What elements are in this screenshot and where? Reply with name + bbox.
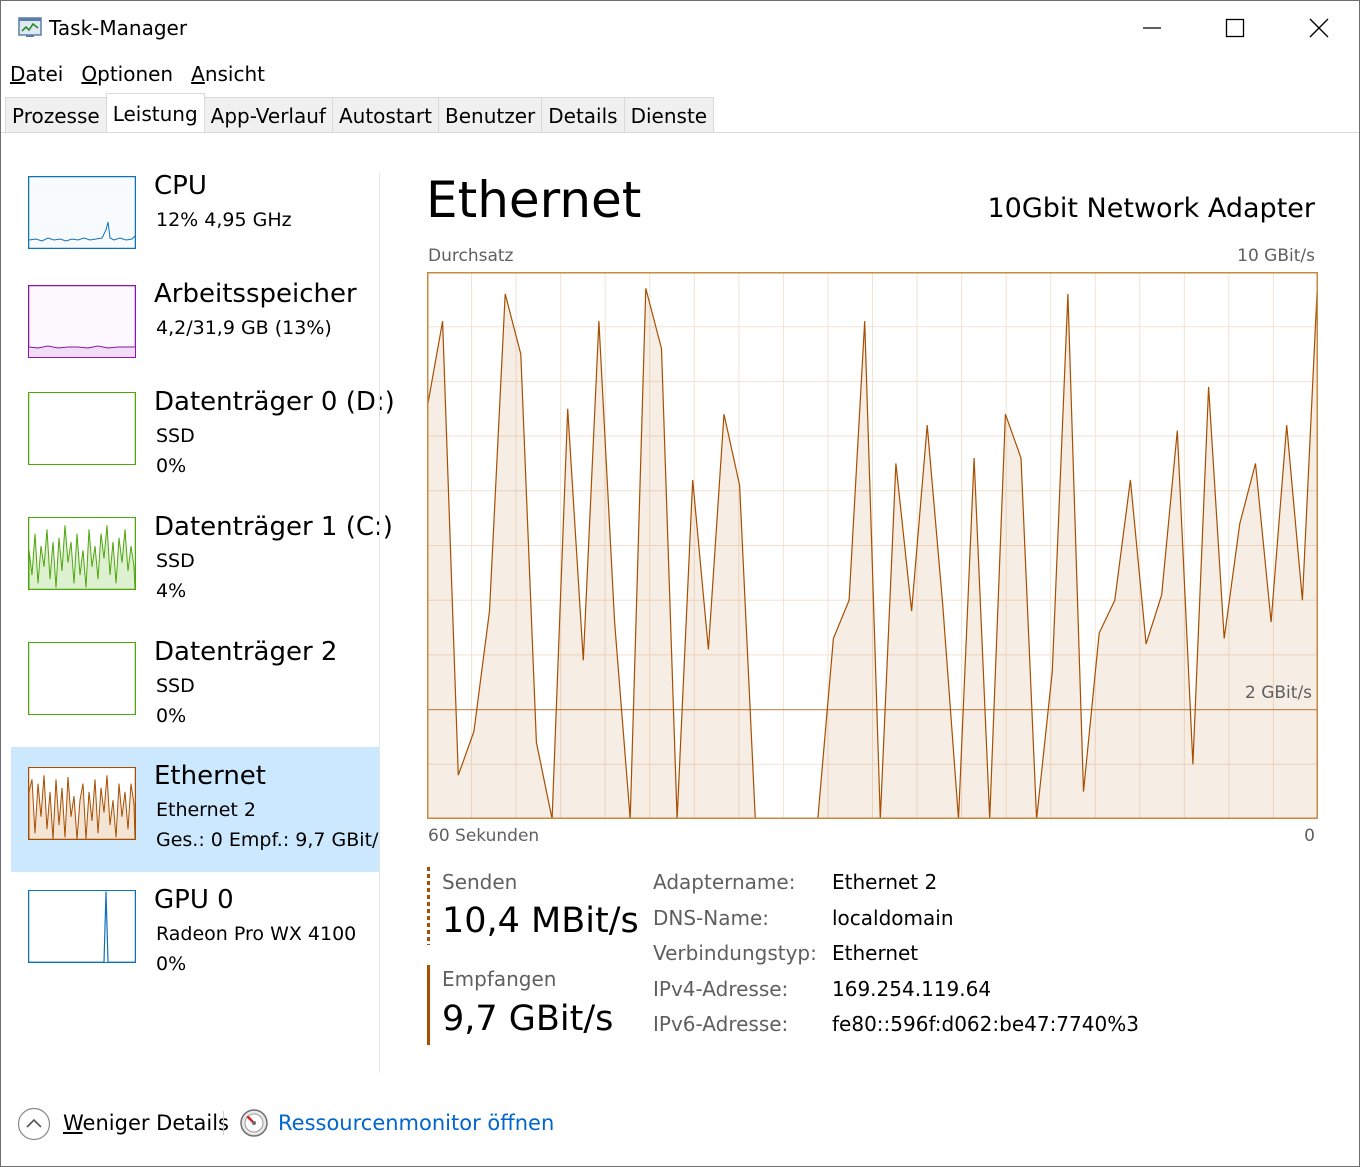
sidebar-divider[interactable]: [379, 173, 380, 1073]
menu-accel: O: [81, 62, 98, 86]
ipv4-label: IPv4-Adresse:: [653, 977, 789, 1001]
send-label: Senden: [442, 870, 518, 894]
chevron-up-icon[interactable]: [17, 1107, 51, 1141]
chart-reference-label: 2 GBit/s: [1245, 683, 1313, 703]
menu-label: ptionen: [97, 62, 174, 86]
receive-label: Empfangen: [442, 967, 557, 991]
sidebar-item-detail: 12% 4,95 GHz: [156, 209, 292, 231]
sidebar-item-detail: 4,2/31,9 GB (13%): [156, 317, 332, 339]
sidebar-item-detail: SSD: [156, 550, 195, 572]
page-title: Ethernet: [426, 171, 642, 229]
sidebar-item-memory[interactable]: Arbeitsspeicher 4,2/31,9 GB (13%): [11, 271, 379, 396]
task-manager-window: Task-Manager Datei Optionen Ansicht Proz…: [0, 0, 1360, 1167]
disk-1-mini-graph: [28, 517, 136, 590]
maximize-icon: [1225, 18, 1245, 38]
tab-autostart[interactable]: Autostart: [331, 97, 439, 132]
connection-type-value: Ethernet: [832, 941, 919, 965]
menu-label: nsicht: [204, 62, 265, 86]
sidebar-item-name: Datenträger 1 (C:): [154, 512, 393, 542]
footer: Weniger Details Ressourcenmonitor öffnen: [1, 1091, 1359, 1161]
close-button[interactable]: [1277, 1, 1359, 55]
menu-datei[interactable]: Datei: [1, 57, 72, 91]
maximize-button[interactable]: [1193, 1, 1277, 55]
connection-type-label: Verbindungstyp:: [653, 941, 817, 965]
chart-max-label: 10 GBit/s: [1237, 246, 1315, 266]
open-resource-monitor-link[interactable]: Ressourcenmonitor öffnen: [278, 1111, 554, 1135]
adapter-name-label: Adaptername:: [653, 870, 796, 894]
sidebar-item-usage: 4%: [156, 580, 187, 602]
fewer-label: eniger Details: [82, 1111, 229, 1135]
sidebar-item-usage: 0%: [156, 953, 187, 975]
minimize-icon: [1143, 27, 1161, 29]
sidebar-item-detail: SSD: [156, 425, 195, 447]
tab-bar: Prozesse Leistung App-Verlauf Autostart …: [1, 93, 1359, 133]
tab-leistung[interactable]: Leistung: [105, 93, 205, 129]
tab-benutzer[interactable]: Benutzer: [438, 97, 543, 132]
fewer-details-button[interactable]: Weniger Details: [63, 1111, 229, 1135]
tab-details[interactable]: Details: [541, 97, 625, 132]
window-title: Task-Manager: [49, 16, 188, 40]
dns-name-label: DNS-Name:: [653, 906, 770, 930]
resource-monitor-icon: [240, 1109, 268, 1137]
title-bar[interactable]: Task-Manager: [1, 1, 1359, 55]
sidebar-item-name: Ethernet: [154, 761, 266, 791]
sidebar-item-disk-2[interactable]: Datenträger 2 SSD 0%: [11, 631, 379, 756]
chart-title-label: Durchsatz: [428, 246, 514, 266]
chart-time-label: 60 Sekunden: [428, 826, 540, 846]
task-manager-icon: [18, 17, 42, 37]
sidebar-item-usage: Ges.: 0 Empf.: 9,7 GBit/s: [156, 829, 379, 851]
fewer-accel: W: [63, 1111, 83, 1135]
menu-bar: Datei Optionen Ansicht: [1, 57, 274, 91]
disk-2-mini-graph: [28, 642, 136, 715]
sidebar-item-name: Datenträger 2: [154, 637, 338, 667]
menu-optionen[interactable]: Optionen: [72, 57, 182, 91]
minimize-button[interactable]: [1110, 1, 1194, 55]
sidebar-item-ethernet[interactable]: Ethernet Ethernet 2 Ges.: 0 Empf.: 9,7 G…: [11, 747, 379, 872]
tab-app-verlauf[interactable]: App-Verlauf: [203, 97, 333, 132]
menu-label: atei: [25, 62, 64, 86]
menu-accel: A: [191, 62, 205, 86]
sidebar-item-disk-0[interactable]: Datenträger 0 (D:) SSD 0%: [11, 381, 395, 506]
adapter-name-header: 10Gbit Network Adapter: [987, 193, 1315, 224]
sidebar-item-name: Datenträger 0 (D:): [154, 387, 395, 417]
ethernet-mini-graph: [28, 767, 136, 840]
sidebar-item-cpu[interactable]: CPU 12% 4,95 GHz: [11, 161, 379, 286]
send-indicator: [427, 867, 430, 945]
sidebar-item-name: GPU 0: [154, 885, 234, 915]
menu-accel: D: [10, 62, 26, 86]
menu-ansicht[interactable]: Ansicht: [182, 57, 274, 91]
sidebar-item-gpu-0[interactable]: GPU 0 Radeon Pro WX 4100 0%: [11, 879, 379, 1004]
sidebar-item-name: Arbeitsspeicher: [154, 279, 357, 309]
adapter-name-value: Ethernet 2: [832, 870, 938, 894]
performance-sidebar: CPU 12% 4,95 GHz Arbeitsspeicher 4,2/31,…: [11, 161, 395, 1071]
sidebar-item-detail: Radeon Pro WX 4100: [156, 923, 357, 945]
chart-zero-label: 0: [1304, 826, 1315, 846]
sidebar-item-usage: 0%: [156, 705, 187, 727]
send-value: 10,4 MBit/s: [442, 901, 639, 941]
tab-dienste[interactable]: Dienste: [623, 97, 715, 132]
receive-value: 9,7 GBit/s: [442, 999, 614, 1039]
throughput-chart: [427, 272, 1318, 819]
ipv6-value: fe80::596f:d062:be47:7740%3: [832, 1012, 1139, 1036]
dns-name-value: localdomain: [832, 906, 954, 930]
sidebar-item-usage: 0%: [156, 455, 187, 477]
sidebar-item-detail: SSD: [156, 675, 195, 697]
ipv6-label: IPv6-Adresse:: [653, 1012, 789, 1036]
close-icon: [1309, 18, 1329, 38]
receive-indicator: [427, 965, 430, 1045]
disk-0-mini-graph: [28, 392, 136, 465]
memory-mini-graph: [28, 285, 136, 358]
gpu-mini-graph: [28, 890, 136, 963]
ipv4-value: 169.254.119.64: [832, 977, 992, 1001]
sidebar-item-detail: Ethernet 2: [156, 799, 256, 821]
cpu-mini-graph: [28, 176, 136, 249]
footer-separator: [223, 1111, 224, 1135]
tab-prozesse[interactable]: Prozesse: [5, 97, 107, 132]
sidebar-item-name: CPU: [154, 171, 207, 201]
sidebar-item-disk-1[interactable]: Datenträger 1 (C:) SSD 4%: [11, 506, 393, 631]
